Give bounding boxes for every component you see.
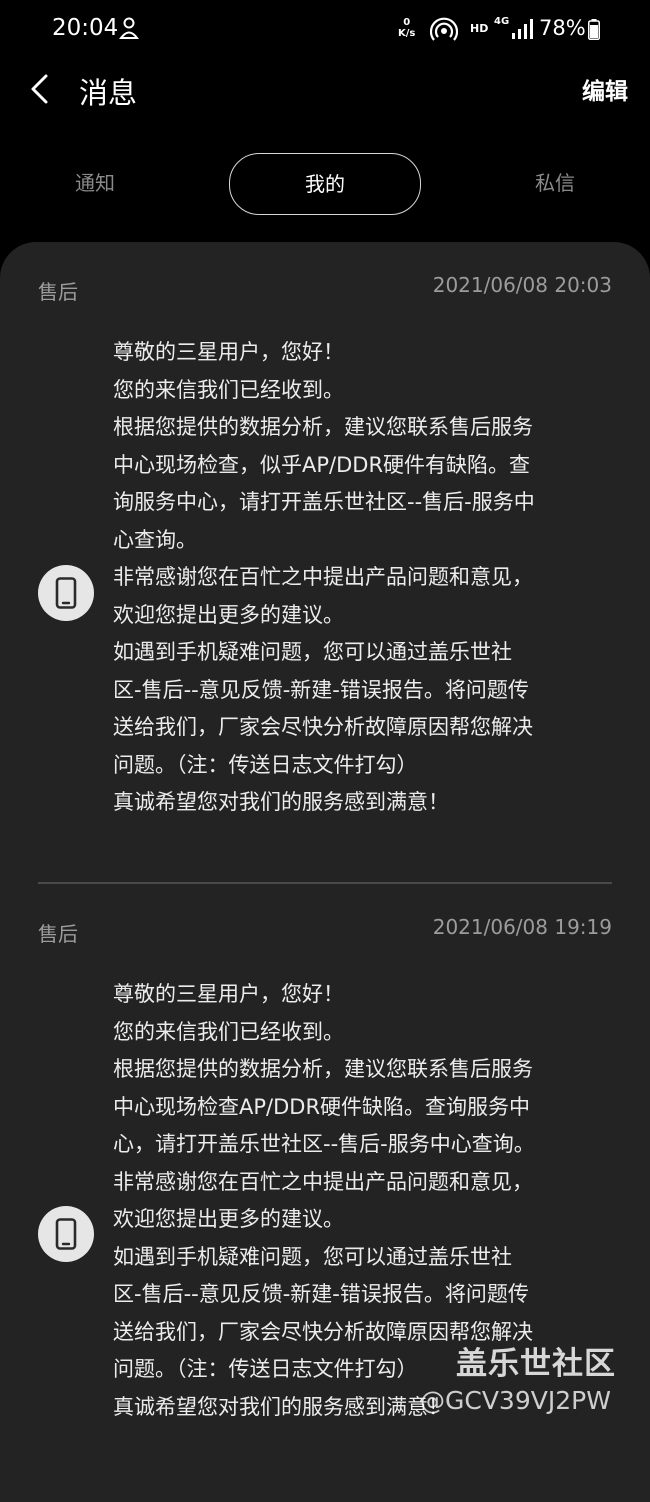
network-speed-value: 0 — [403, 17, 411, 28]
message-line: 问题。（注：传送日志文件打勾） — [113, 752, 418, 777]
divider — [38, 882, 612, 884]
message-category: 售后 — [38, 280, 78, 304]
message-body: 尊敬的三星用户，您好！ 您的来信我们已经收到。 根据您提供的数据分析，建议您联系… — [113, 334, 613, 822]
message-line: 根据您提供的数据分析，建议您联系售后服务 — [113, 1057, 533, 1081]
message-line: 您的来信我们已经收到。 — [113, 377, 344, 402]
message-line: 中心现场检查AP/DDR硬件缺陷。查询服务中 — [113, 1094, 531, 1119]
message-timestamp: 2021/06/08 20:03 — [432, 273, 612, 297]
message-line: 您的来信我们已经收到。 — [113, 1019, 344, 1044]
status-bar: 20:04 0 K/s HD 4G 78% — [0, 0, 650, 62]
message-line: 心查询。 — [113, 527, 197, 552]
message-line: 非常感谢您在百忙之中提出产品问题和意见， — [113, 565, 533, 589]
message-line: 非常感谢您在百忙之中提出产品问题和意见， — [113, 1169, 533, 1194]
message-line: 中心现场检查，似乎AP/DDR硬件有缺陷。查 — [113, 452, 531, 477]
battery-level: 78% — [539, 16, 586, 40]
edit-button[interactable]: 编辑 — [582, 72, 628, 106]
message-list: 售后 2021/06/08 20:03 尊敬的三星用户，您好！ 您的来信我们已经… — [0, 242, 650, 1502]
phone-icon — [38, 1206, 94, 1262]
tab-notifications[interactable]: 通知 — [40, 153, 150, 213]
watermark-logo: 盖乐世社区 — [456, 1346, 616, 1382]
message-line: 根据您提供的数据分析，建议您联系售后服务 — [113, 415, 533, 439]
message-line: 区-售后--意见反馈-新建-错误报告。将问题传 — [113, 677, 529, 702]
message-category: 售后 — [38, 922, 78, 946]
app-header: 消息 编辑 — [0, 62, 650, 118]
network-type: 4G — [494, 16, 510, 27]
phone-icon — [38, 565, 94, 621]
message-line: 如遇到手机疑难问题，您可以通过盖乐世社 — [113, 640, 512, 664]
message-line: 真诚希望您对我们的服务感到满意！ — [113, 790, 449, 814]
status-time: 20:04 — [52, 15, 119, 41]
watermark-id: @GCV39VJ2PW — [420, 1386, 611, 1415]
message-line: 尊敬的三星用户，您好！ — [113, 982, 344, 1006]
tab-private-messages[interactable]: 私信 — [500, 153, 610, 213]
message-line: 送给我们，厂家会尽快分析故障原因帮您解决 — [113, 715, 533, 739]
message-line: 尊敬的三星用户，您好！ — [113, 340, 344, 364]
hotspot-icon — [430, 17, 458, 41]
back-arrow-icon[interactable] — [28, 72, 52, 106]
message-line: 询服务中心，请打开盖乐世社区--售后-服务中 — [113, 490, 535, 514]
tab-mine[interactable]: 我的 — [229, 153, 421, 215]
message-line: 欢迎您提出更多的建议。 — [113, 602, 344, 627]
network-speed-unit: K/s — [398, 28, 416, 39]
battery-icon — [588, 19, 600, 40]
message-line: 区-售后--意见反馈-新建-错误报告。将问题传 — [113, 1282, 529, 1306]
message-line: 如遇到手机疑难问题，您可以通过盖乐世社 — [113, 1244, 512, 1269]
message-tabs: 通知 我的 私信 — [0, 153, 650, 215]
notification-app-icon — [119, 17, 139, 39]
network-speed: 0 K/s — [398, 17, 415, 39]
message-line: 欢迎您提出更多的建议。 — [113, 1207, 344, 1231]
page-title: 消息 — [79, 76, 138, 110]
message-line: 心，请打开盖乐世社区--售后-服务中心查询。 — [113, 1132, 535, 1156]
hd-indicator: HD — [470, 22, 489, 35]
message-timestamp: 2021/06/08 19:19 — [432, 915, 612, 939]
signal-icon — [512, 19, 533, 39]
